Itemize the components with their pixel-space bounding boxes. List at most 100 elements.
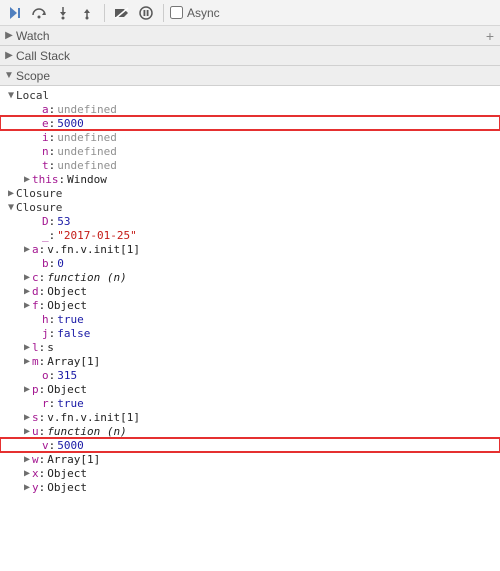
colon: : [49, 117, 56, 130]
scope-variable: h: true [0, 312, 500, 326]
pause-exceptions-icon[interactable] [135, 2, 157, 24]
var-value: 53 [57, 215, 70, 228]
var-value: undefined [57, 103, 117, 116]
var-name: a [32, 243, 39, 256]
colon: : [49, 145, 56, 158]
scope-variable: _: "2017-01-25" [0, 228, 500, 242]
scope-variable[interactable]: ▶c: function (n) [0, 270, 500, 284]
var-name: m [32, 355, 39, 368]
colon: : [39, 271, 46, 284]
async-checkbox-input[interactable] [170, 6, 183, 19]
scope-group-closure[interactable]: ▶ Closure [0, 186, 500, 200]
step-into-icon[interactable] [52, 2, 74, 24]
var-value: 315 [57, 369, 77, 382]
chevron-right-icon: ▶ [4, 50, 14, 61]
var-value: 5000 [57, 117, 84, 130]
scope-variable[interactable]: ▶u: function (n) [0, 424, 500, 438]
colon: : [59, 173, 66, 186]
var-value: Object [47, 383, 87, 396]
var-name: h [42, 313, 49, 326]
step-over-icon[interactable] [28, 2, 50, 24]
scope-group-local[interactable]: ▼ Local [0, 88, 500, 102]
chevron-right-icon: ▶ [22, 468, 32, 479]
scope-variable: D: 53 [0, 214, 500, 228]
var-value: s [47, 341, 54, 354]
var-name: x [32, 467, 39, 480]
async-checkbox[interactable]: Async [170, 6, 220, 20]
var-value: Array[1] [47, 355, 100, 368]
scope-variable[interactable]: ▶p: Object [0, 382, 500, 396]
scope-variable[interactable]: ▶m: Array[1] [0, 354, 500, 368]
scope-group-closure[interactable]: ▼ Closure [0, 200, 500, 214]
var-value: false [57, 327, 90, 340]
var-name: e [42, 117, 49, 130]
chevron-right-icon: ▶ [22, 286, 32, 297]
chevron-right-icon: ▶ [22, 244, 32, 255]
var-value: Object [47, 481, 87, 494]
colon: : [39, 341, 46, 354]
toolbar-separator [163, 4, 164, 22]
var-name: this [32, 173, 59, 186]
scope-variable[interactable]: ▶this: Window [0, 172, 500, 186]
scope-panel-header[interactable]: ▼ Scope [0, 66, 500, 86]
colon: : [39, 383, 46, 396]
add-watch-icon[interactable]: + [484, 28, 496, 44]
var-value: undefined [57, 159, 117, 172]
colon: : [49, 131, 56, 144]
chevron-down-icon: ▼ [4, 70, 14, 81]
callstack-panel-header[interactable]: ▶ Call Stack [0, 46, 500, 66]
var-value: "2017-01-25" [57, 229, 136, 242]
chevron-right-icon: ▶ [4, 30, 14, 41]
scope-title: Scope [16, 69, 496, 83]
var-name: _ [42, 229, 49, 242]
scope-variable: r: true [0, 396, 500, 410]
var-name: c [32, 271, 39, 284]
scope-variable[interactable]: ▶w: Array[1] [0, 452, 500, 466]
chevron-down-icon: ▼ [6, 202, 16, 213]
scope-variable[interactable]: ▶x: Object [0, 466, 500, 480]
colon: : [39, 243, 46, 256]
var-value: 5000 [57, 439, 84, 452]
scope-variable[interactable]: ▶y: Object [0, 480, 500, 494]
scope-tree: ▼ Local a: undefinede: 5000i: undefinedn… [0, 86, 500, 494]
colon: : [49, 313, 56, 326]
scope-variable: b: 0 [0, 256, 500, 270]
colon: : [49, 327, 56, 340]
watch-panel-header[interactable]: ▶ Watch + [0, 26, 500, 46]
var-name: y [32, 481, 39, 494]
step-out-icon[interactable] [76, 2, 98, 24]
chevron-right-icon: ▶ [22, 300, 32, 311]
scope-variable[interactable]: ▶a: v.fn.v.init[1] [0, 242, 500, 256]
chevron-right-icon: ▶ [22, 454, 32, 465]
colon: : [39, 355, 46, 368]
chevron-right-icon: ▶ [22, 356, 32, 367]
var-name: w [32, 453, 39, 466]
scope-variable[interactable]: ▶s: v.fn.v.init[1] [0, 410, 500, 424]
colon: : [39, 425, 46, 438]
scope-variable: o: 315 [0, 368, 500, 382]
var-name: d [32, 285, 39, 298]
var-value: undefined [57, 145, 117, 158]
chevron-right-icon: ▶ [22, 426, 32, 437]
debugger-toolbar: Async [0, 0, 500, 26]
var-name: i [42, 131, 49, 144]
colon: : [39, 285, 46, 298]
scope-variable: t: undefined [0, 158, 500, 172]
chevron-right-icon: ▶ [22, 342, 32, 353]
scope-variable[interactable]: ▶d: Object [0, 284, 500, 298]
colon: : [49, 439, 56, 452]
scope-variable: i: undefined [0, 130, 500, 144]
watch-title: Watch [16, 29, 484, 43]
scope-variable: j: false [0, 326, 500, 340]
resume-icon[interactable] [4, 2, 26, 24]
var-name: D [42, 215, 49, 228]
var-value: v.fn.v.init[1] [47, 243, 140, 256]
scope-variable[interactable]: ▶l: s [0, 340, 500, 354]
scope-variable: n: undefined [0, 144, 500, 158]
var-name: o [42, 369, 49, 382]
var-value: function (n) [47, 425, 126, 438]
scope-variable[interactable]: ▶f: Object [0, 298, 500, 312]
deactivate-breakpoints-icon[interactable] [111, 2, 133, 24]
colon: : [39, 467, 46, 480]
colon: : [39, 299, 46, 312]
